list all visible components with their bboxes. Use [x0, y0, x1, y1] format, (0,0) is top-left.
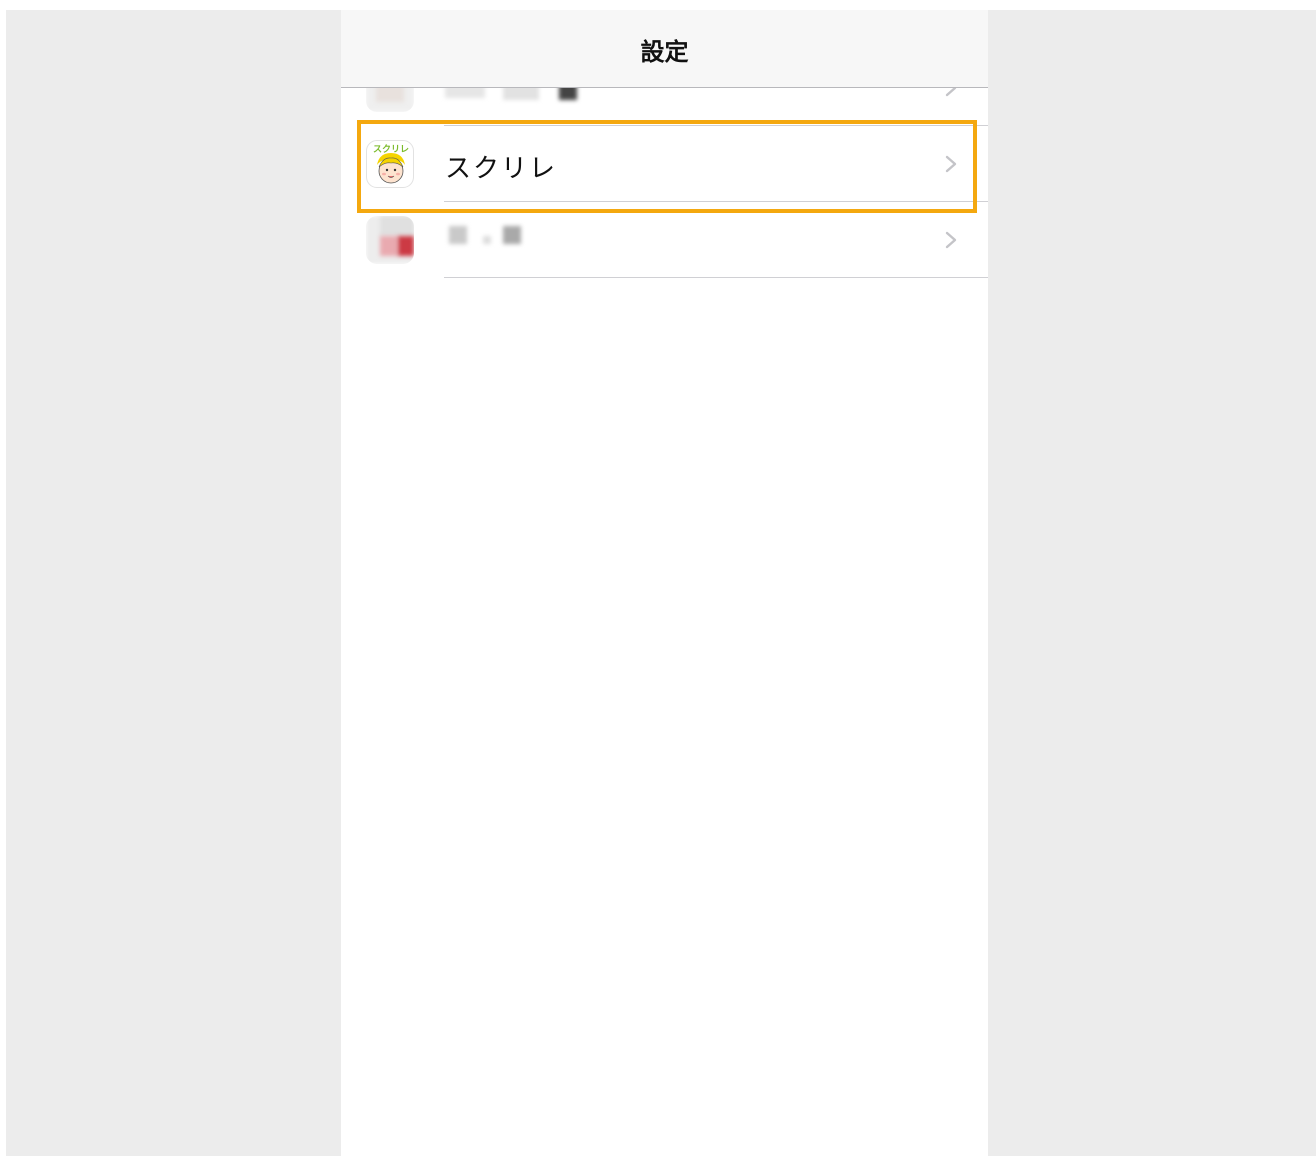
list-item-obscured-app-2[interactable] — [341, 202, 988, 278]
page-title: 設定 — [640, 38, 689, 66]
list-item-sukurire[interactable]: スクリレ スクリレ — [341, 126, 988, 202]
settings-screen: 設定 スクリレ スクリレ — [341, 10, 988, 1156]
sukurire-label: スクリレ — [445, 154, 558, 184]
child-face-icon: スクリレ — [373, 144, 409, 184]
chevron-right-icon — [945, 231, 957, 249]
sukurire-app-icon: スクリレ — [366, 140, 414, 188]
navigation-bar: 設定 — [341, 10, 988, 88]
row-separator — [444, 277, 988, 278]
chevron-right-icon — [945, 155, 957, 173]
blurred-label — [449, 226, 467, 244]
blurred-app-icon — [366, 216, 414, 264]
